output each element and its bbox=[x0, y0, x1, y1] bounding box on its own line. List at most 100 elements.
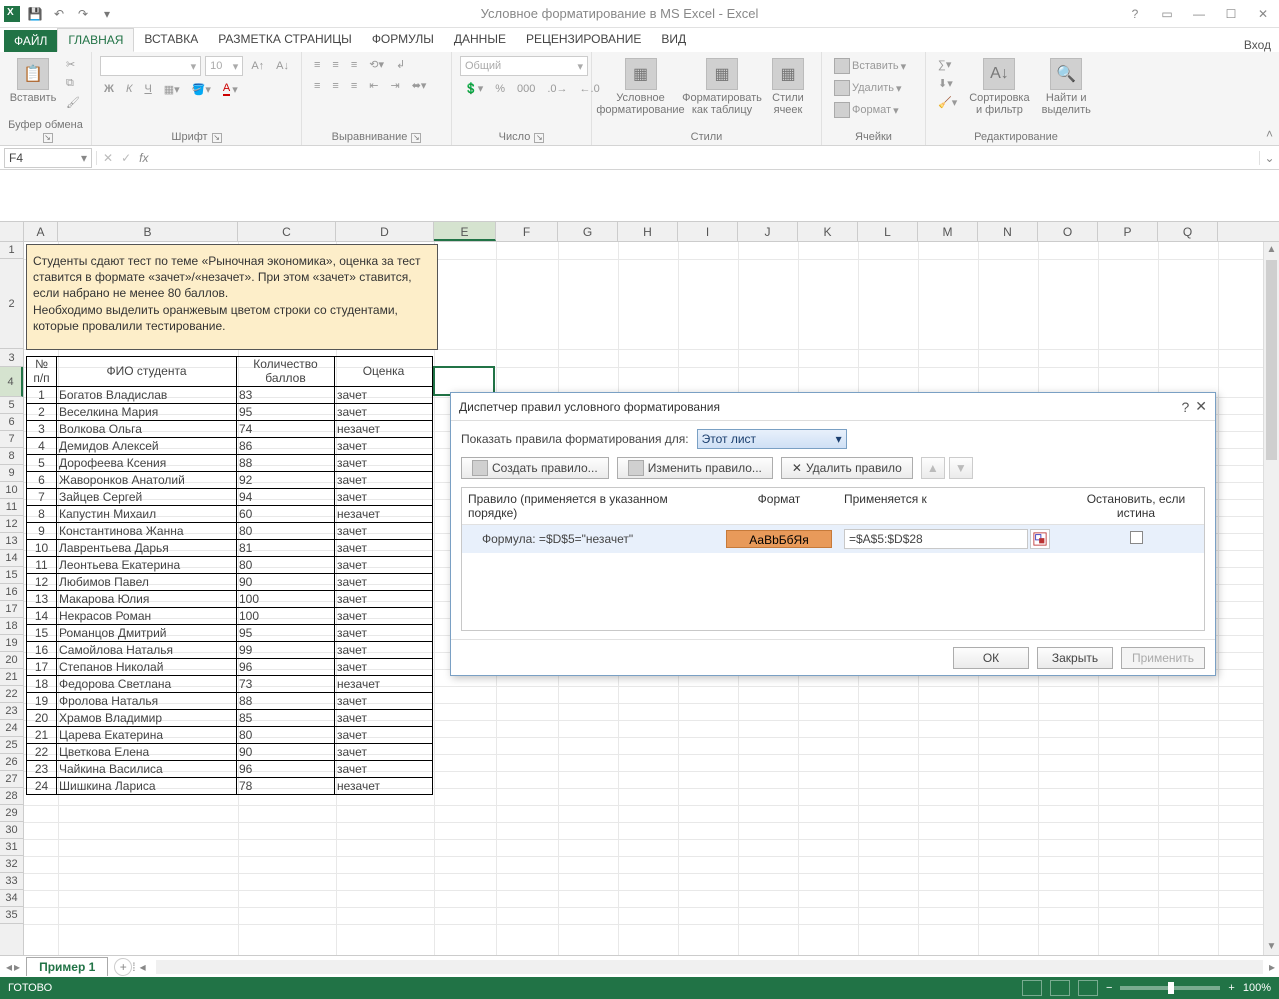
cell-styles-button[interactable]: ▦Стили ячеек bbox=[763, 56, 813, 118]
cell-grd[interactable]: зачет bbox=[335, 710, 433, 727]
tab-данные[interactable]: ДАННЫЕ bbox=[444, 28, 516, 52]
cell-grd[interactable]: зачет bbox=[335, 727, 433, 744]
wrap-text-icon[interactable]: ↲ bbox=[392, 56, 409, 73]
show-rules-for-select[interactable]: Этот лист▾ bbox=[697, 429, 847, 449]
cell-grd[interactable]: зачет bbox=[335, 608, 433, 625]
cell-grd[interactable]: зачет bbox=[335, 574, 433, 591]
font-name-select[interactable]: ▾ bbox=[100, 56, 201, 76]
format-as-table-button[interactable]: ▦Форматировать как таблицу bbox=[685, 56, 759, 118]
cell-pts[interactable]: 60 bbox=[237, 506, 335, 523]
cell-n[interactable]: 17 bbox=[27, 659, 57, 676]
cell-pts[interactable]: 74 bbox=[237, 421, 335, 438]
col-header-D[interactable]: D bbox=[336, 222, 434, 241]
copy-icon[interactable]: ⧉ bbox=[62, 75, 84, 92]
rule-row[interactable]: Формула: =$D$5="незачет" АаBbБбЯя =$A$5:… bbox=[462, 525, 1204, 553]
cell-fio[interactable]: Цветкова Елена bbox=[57, 744, 237, 761]
cell-pts[interactable]: 80 bbox=[237, 523, 335, 540]
range-picker-icon[interactable] bbox=[1030, 529, 1050, 549]
increase-font-icon[interactable]: A↑ bbox=[247, 56, 268, 76]
tab-вставка[interactable]: ВСТАВКА bbox=[134, 28, 208, 52]
font-color-icon[interactable]: A▾ bbox=[219, 80, 242, 98]
move-rule-up-button[interactable]: ▲ bbox=[921, 457, 945, 479]
row-header-8[interactable]: 8 bbox=[0, 448, 23, 465]
cell-pts[interactable]: 99 bbox=[237, 642, 335, 659]
view-normal-icon[interactable] bbox=[1022, 980, 1042, 996]
table-row[interactable]: 8Капустин Михаил60незачет bbox=[27, 506, 433, 523]
increase-indent-icon[interactable]: ⇥ bbox=[386, 77, 403, 94]
table-row[interactable]: 14Некрасов Роман100зачет bbox=[27, 608, 433, 625]
italic-button[interactable]: К bbox=[122, 80, 136, 98]
row-header-7[interactable]: 7 bbox=[0, 431, 23, 448]
borders-icon[interactable]: ▦▾ bbox=[160, 80, 184, 98]
table-row[interactable]: 9Константинова Жанна80зачет bbox=[27, 523, 433, 540]
cell-n[interactable]: 20 bbox=[27, 710, 57, 727]
new-rule-button[interactable]: Создать правило... bbox=[461, 457, 609, 479]
col-header-J[interactable]: J bbox=[738, 222, 798, 241]
delete-rule-button[interactable]: ✕Удалить правило bbox=[781, 457, 913, 479]
row-header-24[interactable]: 24 bbox=[0, 720, 23, 737]
cell-grd[interactable]: зачет bbox=[335, 438, 433, 455]
font-size-select[interactable]: 10▾ bbox=[205, 56, 243, 76]
formula-input[interactable] bbox=[154, 148, 1259, 168]
cell-fio[interactable]: Дорофеева Ксения bbox=[57, 455, 237, 472]
hscroll-left-icon[interactable]: ◂ bbox=[140, 960, 146, 974]
col-header-F[interactable]: F bbox=[496, 222, 558, 241]
cell-grd[interactable]: незачет bbox=[335, 778, 433, 795]
row-header-32[interactable]: 32 bbox=[0, 856, 23, 873]
row-header-30[interactable]: 30 bbox=[0, 822, 23, 839]
cell-n[interactable]: 23 bbox=[27, 761, 57, 778]
bold-button[interactable]: Ж bbox=[100, 80, 118, 98]
autosum-icon[interactable]: ∑▾ bbox=[934, 56, 961, 73]
col-header-K[interactable]: K bbox=[798, 222, 858, 241]
number-format-select[interactable]: Общий▾ bbox=[460, 56, 588, 76]
clipboard-launcher-icon[interactable]: ↘ bbox=[43, 133, 53, 143]
increase-decimal-icon[interactable]: .0→ bbox=[543, 80, 571, 97]
col-header-Q[interactable]: Q bbox=[1158, 222, 1218, 241]
cell-pts[interactable]: 94 bbox=[237, 489, 335, 506]
fill-icon[interactable]: ⬇▾ bbox=[934, 75, 961, 92]
view-page-layout-icon[interactable] bbox=[1050, 980, 1070, 996]
cell-grd[interactable]: зачет bbox=[335, 489, 433, 506]
table-row[interactable]: 15Романцов Дмитрий95зачет bbox=[27, 625, 433, 642]
edit-rule-button[interactable]: Изменить правило... bbox=[617, 457, 773, 479]
fill-color-icon[interactable]: 🪣▾ bbox=[188, 80, 215, 98]
cell-n[interactable]: 15 bbox=[27, 625, 57, 642]
cell-fio[interactable]: Демидов Алексей bbox=[57, 438, 237, 455]
minimize-icon[interactable]: — bbox=[1187, 7, 1211, 21]
row-header-6[interactable]: 6 bbox=[0, 414, 23, 431]
view-page-break-icon[interactable] bbox=[1078, 980, 1098, 996]
cell-fio[interactable]: Жаворонков Анатолий bbox=[57, 472, 237, 489]
cell-n[interactable]: 10 bbox=[27, 540, 57, 557]
align-top-icon[interactable]: ≡ bbox=[310, 56, 324, 73]
cell-pts[interactable]: 90 bbox=[237, 744, 335, 761]
row-header-21[interactable]: 21 bbox=[0, 669, 23, 686]
cell-grd[interactable]: незачет bbox=[335, 676, 433, 693]
cell-n[interactable]: 18 bbox=[27, 676, 57, 693]
cell-grd[interactable]: зачет bbox=[335, 387, 433, 404]
row-header-1[interactable]: 1 bbox=[0, 242, 23, 259]
move-rule-down-button[interactable]: ▼ bbox=[949, 457, 973, 479]
scroll-up-icon[interactable]: ▲ bbox=[1264, 242, 1279, 258]
vertical-scrollbar[interactable]: ▲ ▼ bbox=[1263, 242, 1279, 955]
cell-grd[interactable]: незачет bbox=[335, 421, 433, 438]
row-header-27[interactable]: 27 bbox=[0, 771, 23, 788]
table-row[interactable]: 24Шишкина Лариса78незачет bbox=[27, 778, 433, 795]
delete-cells-button[interactable]: Удалить ▾ bbox=[830, 78, 917, 98]
cell-pts[interactable]: 73 bbox=[237, 676, 335, 693]
zoom-in-icon[interactable]: + bbox=[1228, 982, 1234, 994]
row-header-15[interactable]: 15 bbox=[0, 567, 23, 584]
cell-grd[interactable]: зачет bbox=[335, 455, 433, 472]
cell-n[interactable]: 16 bbox=[27, 642, 57, 659]
cell-pts[interactable]: 86 bbox=[237, 438, 335, 455]
cell-grd[interactable]: зачет bbox=[335, 659, 433, 676]
col-header-E[interactable]: E bbox=[434, 222, 496, 241]
add-sheet-button[interactable]: + bbox=[114, 958, 132, 976]
cell-pts[interactable]: 85 bbox=[237, 710, 335, 727]
cell-n[interactable]: 6 bbox=[27, 472, 57, 489]
tab-рецензирование[interactable]: РЕЦЕНЗИРОВАНИЕ bbox=[516, 28, 651, 52]
col-header-A[interactable]: A bbox=[24, 222, 58, 241]
cell-fio[interactable]: Шишкина Лариса bbox=[57, 778, 237, 795]
row-header-3[interactable]: 3 bbox=[0, 349, 23, 367]
percent-icon[interactable]: % bbox=[491, 80, 509, 97]
row-header-29[interactable]: 29 bbox=[0, 805, 23, 822]
